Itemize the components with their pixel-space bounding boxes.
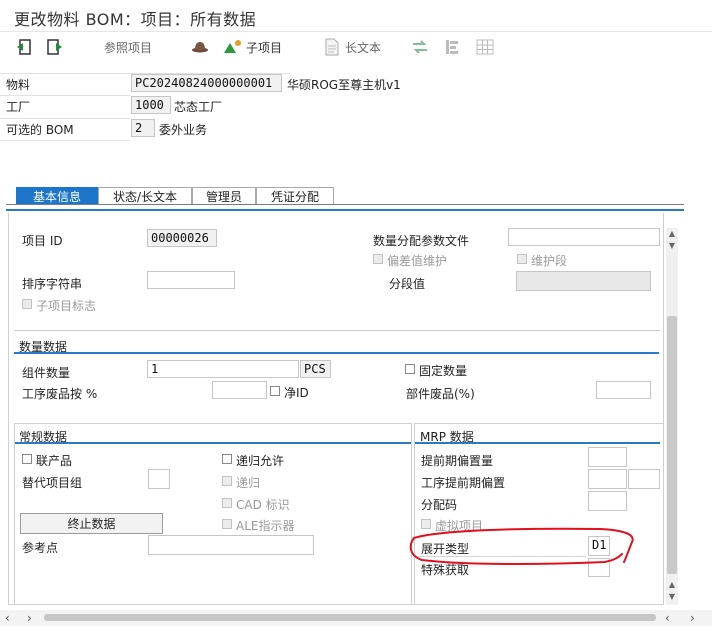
tab-panel-topline: [6, 209, 684, 211]
op-lead-offset-unit-field[interactable]: [628, 469, 660, 489]
component-qty-field[interactable]: 1: [147, 360, 299, 378]
tab-administrator[interactable]: 管理员: [192, 187, 256, 204]
comp-scrap-field[interactable]: [596, 381, 651, 399]
sub-item-flag-checkbox: [22, 299, 32, 309]
component-qty-label: 组件数量: [22, 366, 71, 380]
next-item-icon[interactable]: [45, 37, 65, 57]
document-icon: [323, 38, 341, 56]
long-text-button[interactable]: 长文本: [323, 37, 381, 57]
fixed-qty-label: 固定数量: [419, 364, 468, 378]
alt-item-group-field[interactable]: [148, 469, 170, 489]
ale-indicator-checkbox: [222, 519, 232, 529]
recursive-allowed-label: 递归允许: [236, 454, 285, 468]
alt-bom-label: 可选的 BOM: [6, 123, 74, 137]
swap-icon[interactable]: [410, 37, 430, 57]
segment-value-label: 分段值: [389, 277, 426, 291]
recursive-allowed-checkbox[interactable]: [222, 454, 232, 464]
op-scrap-field[interactable]: [212, 381, 267, 399]
net-id-checkbox[interactable]: [270, 386, 280, 396]
cad-indicator-label: CAD 标识: [236, 498, 290, 512]
reference-item-label: 参照项目: [104, 40, 153, 55]
scroll-down-icon[interactable]: ▼: [667, 592, 677, 602]
net-id-label: 净ID: [284, 386, 309, 400]
alt-item-group-label: 替代项目组: [22, 476, 83, 490]
quantity-section-line: [14, 352, 659, 354]
sort-string-field[interactable]: [147, 271, 235, 289]
deviation-maint-label: 偏差值维护: [387, 254, 448, 268]
scroll-up-icon[interactable]: ▲: [667, 229, 677, 239]
fixed-qty-checkbox[interactable]: [405, 364, 415, 374]
comp-scrap-label: 部件废品(%): [406, 387, 475, 401]
tab-status-long-text[interactable]: 状态/长文本: [98, 187, 192, 204]
window-title: 更改物料 BOM：项目：所有数据: [14, 10, 257, 29]
tab-basic-info[interactable]: 基本信息: [16, 187, 98, 204]
item-id-label: 项目 ID: [22, 234, 63, 248]
long-text-label: 长文本: [345, 40, 382, 55]
tab-underline: [6, 204, 684, 205]
scroll-left-icon[interactable]: ‹: [5, 611, 10, 625]
red-highlight-annotation: [409, 527, 634, 565]
co-product-checkbox[interactable]: [22, 454, 32, 464]
distribution-key-label: 分配码: [421, 498, 458, 512]
sub-item-icon: [222, 38, 244, 56]
general-section-line: [15, 442, 411, 444]
hat-icon[interactable]: [190, 37, 210, 57]
qty-dist-profile-label: 数量分配参数文件: [373, 234, 470, 248]
distribution-key-field[interactable]: [588, 491, 627, 511]
sub-item-flag-label: 子项目标志: [36, 299, 97, 313]
ref-point-label: 参考点: [22, 541, 59, 555]
sort-string-label: 排序字符串: [22, 277, 83, 291]
scroll-up-small-icon[interactable]: ▲: [667, 580, 677, 590]
ref-point-field[interactable]: [148, 535, 314, 555]
cad-indicator-checkbox: [222, 498, 232, 508]
mrp-section-line: [415, 442, 660, 444]
co-product-label: 联产品: [36, 454, 73, 468]
op-lead-offset-label: 工序提前期偏置: [421, 476, 506, 490]
reference-item-button[interactable]: 参照项目: [104, 37, 152, 57]
scroll-down-small-icon[interactable]: ▼: [667, 241, 677, 251]
lead-offset-field[interactable]: [588, 447, 627, 467]
previous-item-icon[interactable]: [14, 37, 34, 57]
title-divider: [0, 31, 712, 32]
vertical-scroll-thumb[interactable]: [667, 316, 677, 574]
align-icon[interactable]: [442, 37, 462, 57]
recursive-checkbox: [222, 476, 232, 486]
material-field[interactable]: PC20240824000000001: [131, 74, 282, 92]
plant-description: 芯态工厂: [174, 100, 223, 114]
plant-field[interactable]: 1000: [131, 96, 171, 114]
sub-item-label: 子项目: [246, 40, 283, 55]
recursive-label: 递归: [236, 476, 261, 490]
ale-indicator-label: ALE指示器: [236, 519, 295, 533]
discontinue-data-button[interactable]: 终止数据: [20, 513, 163, 534]
header-rule: [0, 140, 130, 141]
header-rule: [0, 118, 130, 119]
horizontal-scroll-thumb[interactable]: [44, 614, 656, 621]
maint-segment-checkbox: [517, 254, 527, 264]
alt-bom-description: 委外业务: [159, 123, 208, 137]
alt-bom-field[interactable]: 2: [131, 119, 155, 137]
op-scrap-label: 工序废品按 %: [22, 387, 98, 401]
maint-segment-label: 维护段: [531, 254, 568, 268]
segment-value-field: [516, 271, 651, 291]
plant-label: 工厂: [6, 100, 31, 114]
qty-dist-profile-field[interactable]: [508, 228, 660, 246]
section-divider: [14, 330, 660, 331]
item-id-field[interactable]: 00000026: [147, 229, 217, 247]
material-label: 物料: [6, 78, 31, 92]
op-lead-offset-field[interactable]: [588, 469, 627, 489]
deviation-maint-checkbox: [373, 254, 383, 264]
scroll-right-icon[interactable]: ›: [690, 611, 695, 625]
sub-item-button[interactable]: 子项目: [222, 37, 282, 57]
grid-icon[interactable]: [475, 37, 495, 57]
material-description: 华硕ROG至尊主机v1: [287, 78, 401, 92]
header-rule: [0, 95, 130, 96]
unit-field[interactable]: PCS: [300, 360, 331, 378]
lead-offset-label: 提前期偏置量: [421, 454, 494, 468]
scroll-right-small-icon[interactable]: ›: [27, 611, 32, 625]
scroll-left-small-icon[interactable]: ‹: [665, 611, 670, 625]
tab-document-assignment[interactable]: 凭证分配: [256, 187, 334, 204]
